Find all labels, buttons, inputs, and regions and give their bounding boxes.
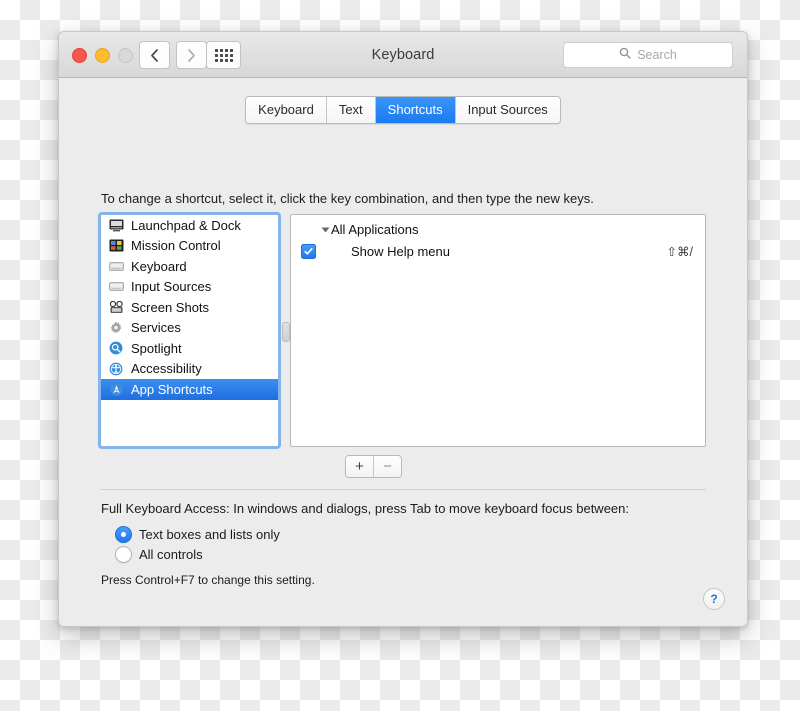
sidebar-item-label: Screen Shots bbox=[131, 299, 210, 315]
shortcut-group-label: All Applications bbox=[331, 222, 419, 237]
pane-splitter[interactable] bbox=[279, 214, 290, 447]
remove-shortcut-button[interactable]: − bbox=[374, 456, 401, 477]
keyboard-preferences-window: Keyboard Search Keyboard Text Shortcuts … bbox=[58, 31, 748, 627]
search-field[interactable]: Search bbox=[563, 42, 733, 68]
launchpad-dock-icon bbox=[108, 218, 124, 232]
sidebar-item-label: Mission Control bbox=[131, 238, 221, 254]
sidebar-item-label: Spotlight bbox=[131, 340, 182, 356]
sidebar-item-mission-control[interactable]: Mission Control bbox=[101, 236, 278, 257]
accessibility-icon bbox=[108, 362, 124, 376]
sidebar-item-services[interactable]: Services bbox=[101, 318, 278, 339]
sidebar-item-app-shortcuts[interactable]: App Shortcuts bbox=[101, 379, 278, 400]
shortcuts-panes: Launchpad & Dock Mission Control Keyboar… bbox=[100, 214, 706, 447]
sidebar-item-label: Launchpad & Dock bbox=[131, 217, 241, 233]
disclosure-triangle-icon[interactable] bbox=[321, 227, 330, 232]
full-keyboard-access-title: Full Keyboard Access: In windows and dia… bbox=[101, 501, 629, 516]
sidebar-item-label: Services bbox=[131, 320, 181, 336]
shortcut-group-row[interactable]: All Applications bbox=[291, 219, 705, 240]
checkmark-icon bbox=[304, 247, 313, 255]
spotlight-icon bbox=[108, 341, 124, 355]
window-titlebar: Keyboard Search bbox=[59, 32, 747, 78]
sidebar-item-label: Accessibility bbox=[131, 361, 202, 377]
search-placeholder: Search bbox=[637, 48, 677, 62]
section-divider bbox=[100, 489, 706, 490]
screen-shots-icon bbox=[108, 300, 124, 314]
shortcut-label: Show Help menu bbox=[351, 243, 450, 259]
input-sources-icon bbox=[108, 280, 124, 294]
sidebar-item-keyboard[interactable]: Keyboard bbox=[101, 256, 278, 277]
shortcut-detail-list[interactable]: All Applications Show Help menu ⇧⌘/ bbox=[290, 214, 706, 447]
shortcut-row[interactable]: Show Help menu ⇧⌘/ bbox=[291, 240, 705, 262]
keyboard-icon bbox=[108, 259, 124, 273]
tab-group: Keyboard Text Shortcuts Input Sources bbox=[245, 96, 561, 124]
tab-bar: Keyboard Text Shortcuts Input Sources bbox=[59, 96, 747, 124]
instruction-text: To change a shortcut, select it, click t… bbox=[101, 191, 594, 206]
tab-shortcuts[interactable]: Shortcuts bbox=[375, 97, 456, 123]
preferences-content: Keyboard Text Shortcuts Input Sources To… bbox=[59, 78, 747, 626]
list-edit-buttons: + − bbox=[345, 455, 402, 478]
services-gear-icon bbox=[108, 321, 124, 335]
sidebar-item-label: Input Sources bbox=[131, 279, 212, 295]
shortcut-enabled-checkbox[interactable] bbox=[301, 243, 316, 259]
radio-button-selected-icon[interactable] bbox=[115, 526, 132, 543]
tab-input-sources[interactable]: Input Sources bbox=[455, 97, 560, 123]
radio-option-label: Text boxes and lists only bbox=[139, 527, 280, 542]
shortcut-category-list[interactable]: Launchpad & Dock Mission Control Keyboar… bbox=[100, 214, 279, 447]
shortcut-key-combination[interactable]: ⇧⌘/ bbox=[667, 244, 693, 259]
radio-option-all-controls[interactable]: All controls bbox=[115, 546, 203, 563]
radio-option-label: All controls bbox=[139, 547, 203, 562]
tab-keyboard[interactable]: Keyboard bbox=[246, 97, 327, 123]
app-shortcuts-icon bbox=[108, 382, 124, 396]
tab-text[interactable]: Text bbox=[326, 97, 376, 123]
sidebar-item-accessibility[interactable]: Accessibility bbox=[101, 359, 278, 380]
sidebar-item-screen-shots[interactable]: Screen Shots bbox=[101, 297, 278, 318]
keyboard-access-hint: Press Control+F7 to change this setting. bbox=[101, 573, 315, 587]
sidebar-item-label: App Shortcuts bbox=[131, 381, 213, 397]
sidebar-item-launchpad-dock[interactable]: Launchpad & Dock bbox=[101, 215, 278, 236]
splitter-grip-icon[interactable] bbox=[282, 322, 290, 342]
add-shortcut-button[interactable]: + bbox=[346, 456, 374, 477]
radio-option-text-boxes-and-lists[interactable]: Text boxes and lists only bbox=[115, 526, 280, 543]
radio-button-icon[interactable] bbox=[115, 546, 132, 563]
search-icon bbox=[619, 46, 631, 64]
sidebar-item-label: Keyboard bbox=[131, 258, 187, 274]
mission-control-icon bbox=[108, 239, 124, 253]
help-button[interactable]: ? bbox=[703, 588, 725, 610]
sidebar-item-spotlight[interactable]: Spotlight bbox=[101, 338, 278, 359]
sidebar-item-input-sources[interactable]: Input Sources bbox=[101, 277, 278, 298]
